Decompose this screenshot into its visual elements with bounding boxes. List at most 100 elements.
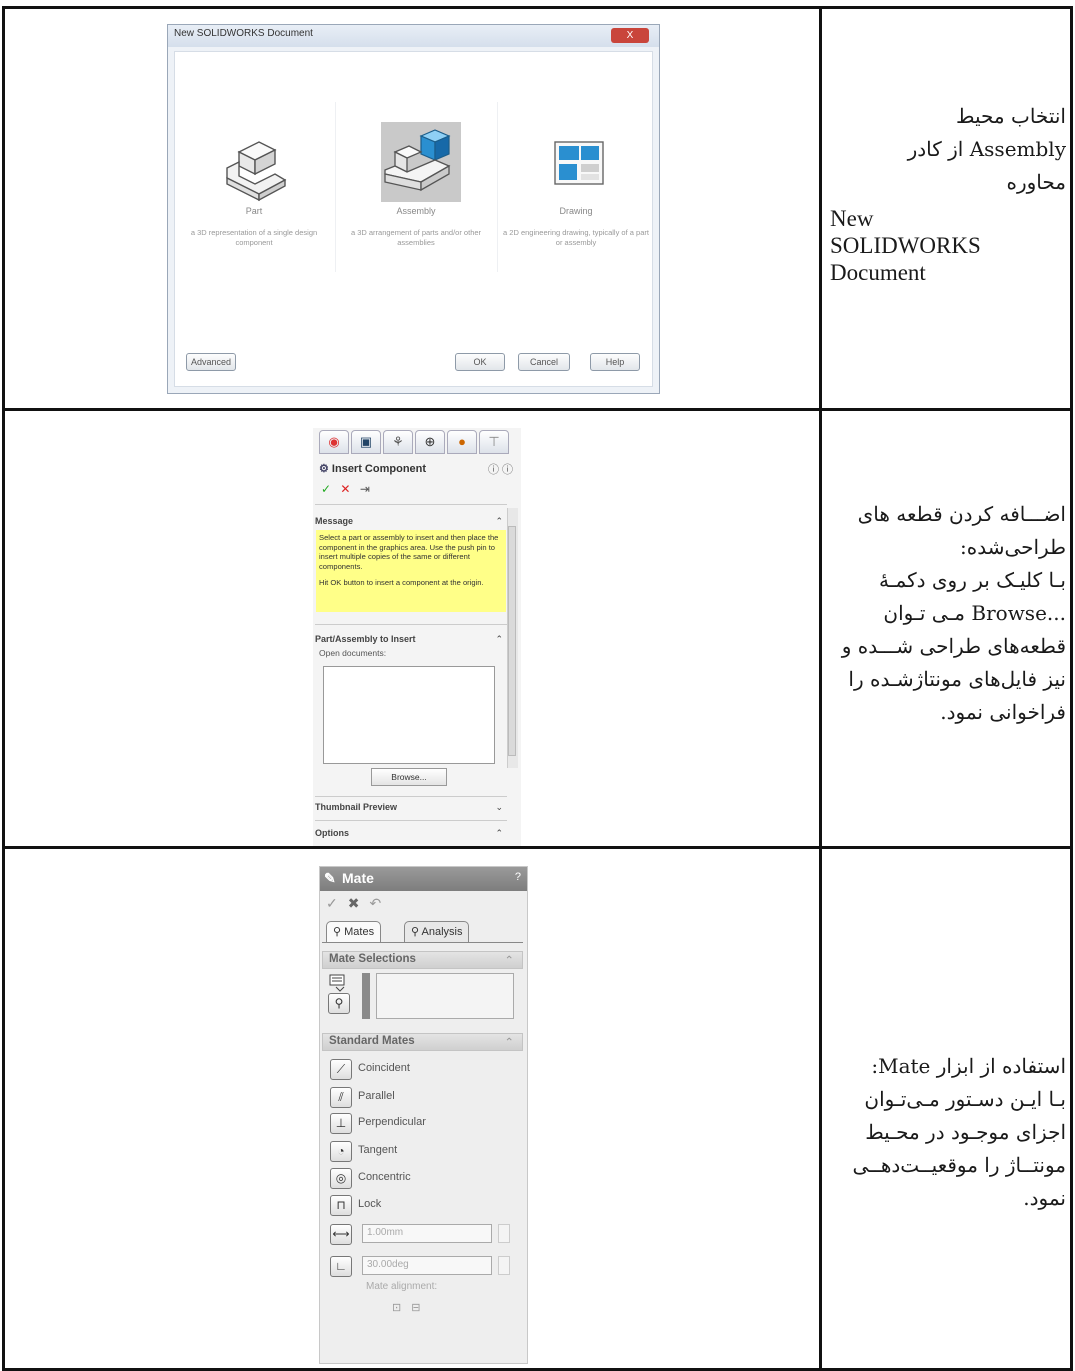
drawing-icon [554,141,604,185]
tab-mates[interactable]: ⚲ Mates [326,921,382,943]
column-divider [819,6,822,1371]
message-text: Hit OK button to insert a component at t… [319,578,484,588]
desc-line: اجزای موجـود در محـیط [865,1120,1066,1144]
desc-line: محاوره [1006,170,1066,194]
tangent-label[interactable]: Tangent [358,1144,397,1156]
help-icon[interactable]: ? [515,871,521,883]
lock-label[interactable]: Lock [358,1198,381,1210]
cancel-button[interactable]: Cancel [518,353,570,371]
coincident-icon[interactable]: ⟋ [330,1059,352,1080]
feature-manager-tab[interactable]: ◉ [319,430,349,454]
cancel-x-icon[interactable]: ✕ [340,482,350,496]
row3-description: استفاده از ابزار Mate: بـا ایـن دسـتور م… [830,1050,1066,1215]
expand-icon[interactable]: ⌄ [495,802,503,813]
option-drawing[interactable]: Drawing a 2D engineering drawing, typica… [497,52,655,312]
collapse-icon[interactable]: ⌃ [495,516,503,527]
row-divider [2,408,1073,411]
distance-icon[interactable]: ⟷ [330,1224,352,1245]
dialog-title: New SOLIDWORKS Document [174,28,313,39]
desc-line: نمود. [1023,1186,1066,1210]
configuration-manager-tab[interactable]: ⚘ [383,430,413,454]
option-description: a 2D engineering drawing, typically of a… [503,228,649,247]
action-buttons: ✓ ✕ ⇥ [321,482,370,496]
browse-button[interactable]: Browse... [371,768,447,786]
selection-list-icon [328,973,348,993]
more-tabs-icon[interactable]: ⊤ [479,430,509,454]
distance-spinner[interactable] [498,1224,510,1243]
advanced-button[interactable]: Advanced [186,353,236,371]
concentric-label[interactable]: Concentric [358,1171,411,1183]
option-description: a 3D arrangement of parts and/or other a… [350,228,482,247]
collapse-icon[interactable]: ⌃ [495,828,503,839]
angle-spinner[interactable] [498,1256,510,1275]
mate-paperclip-icon[interactable]: ⚲ [328,993,350,1014]
perpendicular-icon[interactable]: ⊥ [330,1113,352,1134]
cancel-x-icon[interactable]: ✖ [348,895,370,911]
ok-check-icon[interactable]: ✓ [326,895,348,911]
desc-line: استفاده از ابزار Mate: [871,1054,1066,1078]
parallel-icon[interactable]: ⫽ [330,1087,352,1108]
ok-button[interactable]: OK [455,353,505,371]
option-name: Part [245,206,263,216]
undo-icon[interactable]: ↶ [369,895,391,911]
message-section-header[interactable]: Message ⌃ [315,516,507,526]
distance-input[interactable]: 1.00mm [362,1224,492,1243]
panel-title-text: Insert Component [331,463,427,475]
mate-selections-box[interactable] [376,973,514,1019]
panel-title: ⚙ Insert Component [319,462,426,475]
lock-icon[interactable]: ⊓ [330,1195,352,1216]
perpendicular-label[interactable]: Perpendicular [358,1116,426,1128]
standard-mates-header[interactable]: Standard Mates ⌃ [322,1033,523,1051]
option-part[interactable]: Part a 3D representation of a single des… [175,52,333,312]
property-manager-tabs: ◉ ▣ ⚘ ⊕ ● ⊤ [315,430,519,456]
section-title: Message [315,516,354,526]
option-assembly[interactable]: Assembly a 3D arrangement of parts and/o… [337,52,495,312]
desc-line: طراحی‌شده: [959,535,1066,559]
message-box: Select a part or assembly to insert and … [316,530,506,612]
help-button[interactable]: Help [590,353,640,371]
insert-component-panel: ◉ ▣ ⚘ ⊕ ● ⊤ ⚙ Insert Component ⓘ ⓘ ✓ ✕ ⇥… [313,428,521,846]
options-section-header[interactable]: Options ⌃ [315,828,507,838]
angle-input[interactable]: 30.00deg [362,1256,492,1275]
option-separator [335,102,336,272]
tab-analysis[interactable]: ⚲ Analysis [404,921,470,943]
display-manager-tab[interactable]: ● [447,430,477,454]
tangent-icon[interactable]: ◔ [330,1141,352,1162]
coincident-label[interactable]: Coincident [358,1062,410,1074]
desc-line: SOLIDWORKS [830,233,981,258]
dimxpert-tab[interactable]: ⊕ [415,430,445,454]
close-button[interactable]: X [611,28,649,43]
desc-line: مونتــاژ را موقعیــت‌دهــی [852,1153,1066,1177]
desc-line: فراخوانی نمود. [940,700,1066,724]
tab-underline [322,942,523,943]
parallel-label[interactable]: Parallel [358,1090,395,1102]
aligned-icon[interactable]: ⊡ [392,1302,411,1314]
collapse-icon[interactable]: ⌃ [504,953,514,967]
collapse-icon[interactable]: ⌃ [504,1035,514,1049]
ok-check-icon[interactable]: ✓ [321,482,331,496]
collapse-icon[interactable]: ⌃ [495,634,503,645]
new-document-dialog: New SOLIDWORKS Document X Part a 3D repr… [167,24,660,394]
divider [315,796,507,797]
scrollbar-thumb[interactable] [508,526,516,756]
mate-alignment-label: Mate alignment: [366,1281,438,1292]
alignment-buttons: ⊡⊟ [392,1301,430,1314]
thumbnail-section-header[interactable]: Thumbnail Preview ⌄ [315,802,507,812]
analysis-icon: ⚲ [411,926,422,938]
mate-selections-header[interactable]: Mate Selections ⌃ [322,951,523,969]
help-icon[interactable]: ⓘ ⓘ [488,461,513,477]
concentric-icon[interactable]: ◎ [330,1168,352,1189]
tab-label: Mates [344,926,375,938]
open-documents-list[interactable] [323,666,495,764]
anti-aligned-icon[interactable]: ⊟ [411,1302,430,1314]
pushpin-icon[interactable]: ⇥ [360,482,370,496]
selection-bar [362,973,370,1019]
dialog-body: Part a 3D representation of a single des… [174,51,653,387]
desc-line: نیز فایل‌های مونتاژشـده را [848,667,1066,691]
property-manager-tab[interactable]: ▣ [351,430,381,454]
assembly-icon [384,129,451,192]
angle-icon[interactable]: ∟ [330,1256,352,1277]
open-documents-label: Open documents: [319,648,387,658]
part-section-header[interactable]: Part/Assembly to Insert ⌃ [315,634,507,644]
divider [315,820,507,821]
